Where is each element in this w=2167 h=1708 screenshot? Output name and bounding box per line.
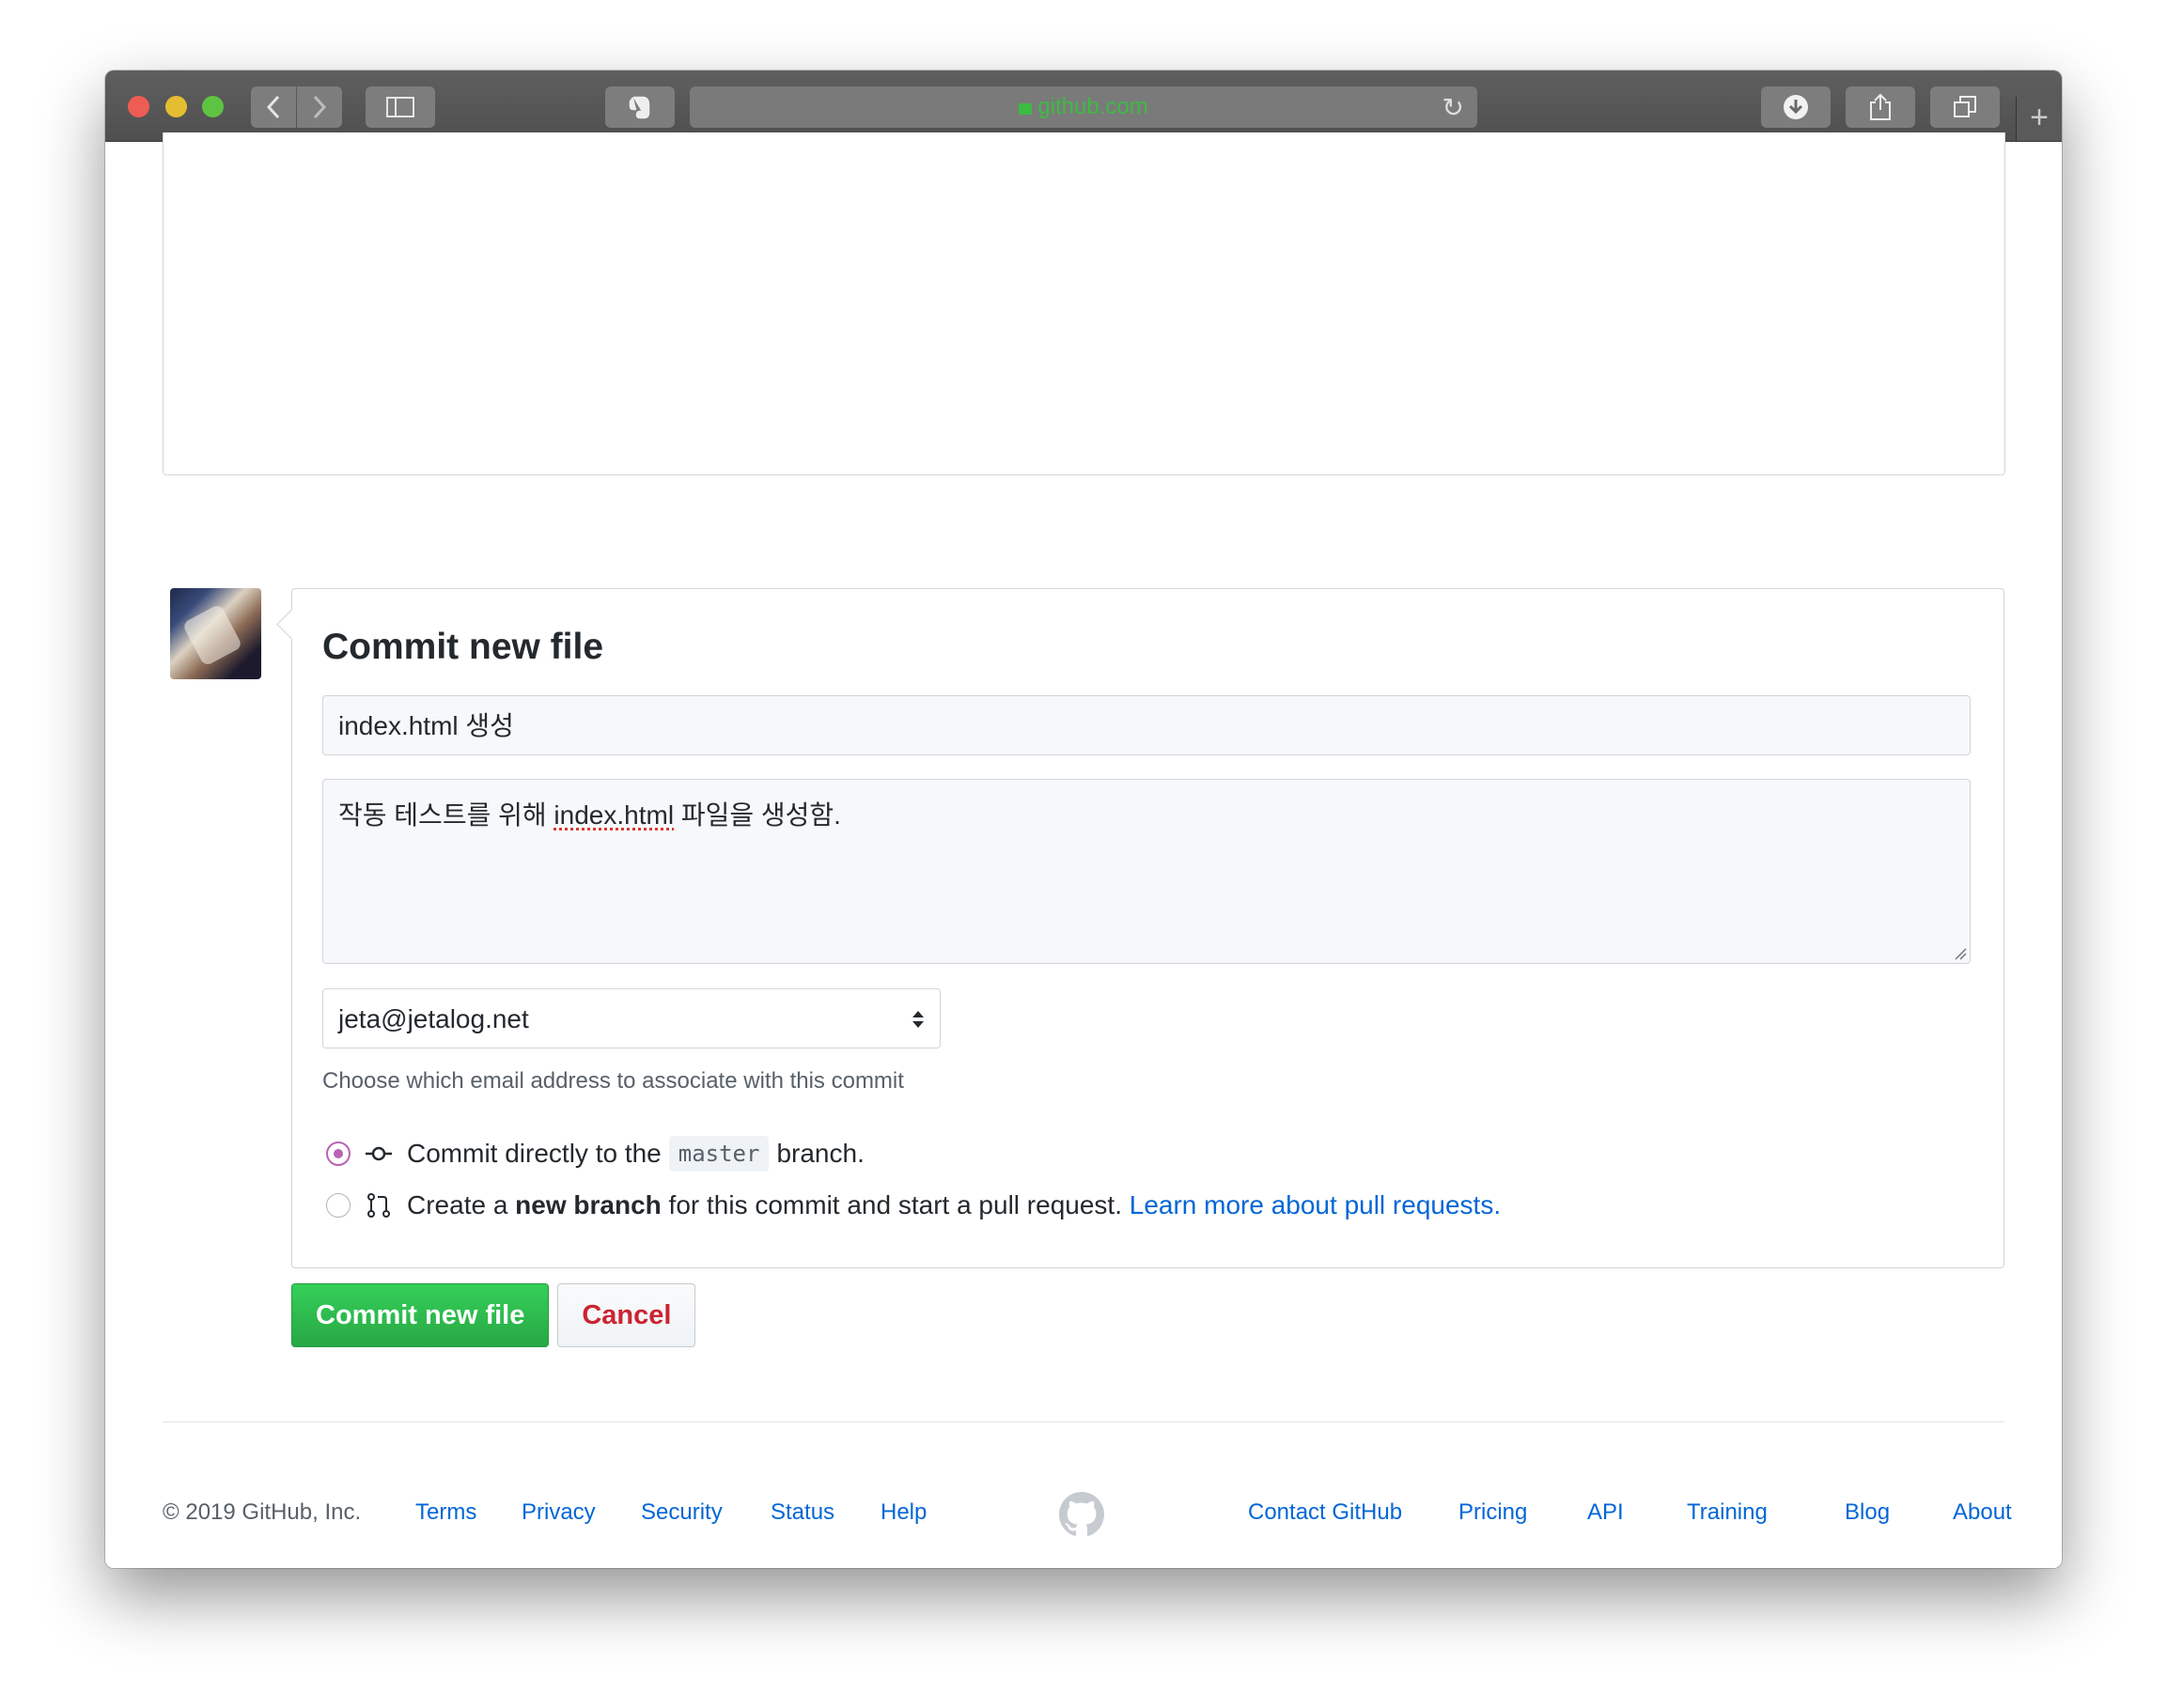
close-window-button[interactable]: [128, 96, 149, 117]
footer-link-training[interactable]: Training: [1687, 1499, 1768, 1526]
description-text-part: 작동 테스트를 위해: [338, 800, 554, 830]
page-content: Commit new file index.html 생성 작동 테스트를 위해…: [105, 132, 2062, 1568]
footer-link-blog[interactable]: Blog: [1845, 1499, 1890, 1526]
github-logo-icon[interactable]: [1059, 1492, 1104, 1537]
description-misspelled-word: index.html: [553, 800, 675, 830]
footer-link-api[interactable]: API: [1587, 1499, 1624, 1526]
new-branch-option[interactable]: Create a new branch for this commit and …: [326, 1190, 1501, 1220]
cancel-button[interactable]: Cancel: [557, 1283, 696, 1347]
footer-link-pricing[interactable]: Pricing: [1458, 1499, 1527, 1526]
commit-email-select[interactable]: jeta@jetalog.net: [322, 988, 941, 1048]
address-bar[interactable]: github.com ↻: [690, 86, 1477, 128]
commit-actions: Commit new file Cancel: [291, 1283, 696, 1347]
description-text-part: 파일을 생성함.: [674, 800, 841, 830]
commit-form: Commit new file index.html 생성 작동 테스트를 위해…: [291, 588, 2004, 1268]
footer: © 2019 GitHub, Inc. Terms Privacy Securi…: [163, 1492, 2012, 1546]
footer-divider: [163, 1421, 2004, 1422]
lock-icon: [1019, 103, 1033, 115]
commit-new-file-button[interactable]: Commit new file: [291, 1283, 550, 1347]
new-branch-label-bold: new branch: [515, 1190, 662, 1219]
evernote-extension-button[interactable]: [605, 86, 675, 128]
new-branch-label-prefix: Create a: [407, 1190, 516, 1219]
commit-direct-label: Commit directly to the: [407, 1139, 662, 1168]
zoom-window-button[interactable]: [202, 96, 224, 117]
learn-more-pull-requests-link[interactable]: Learn more about pull requests.: [1130, 1190, 1501, 1220]
new-tab-button[interactable]: +: [2016, 97, 2062, 141]
forward-button[interactable]: [297, 86, 342, 128]
git-pull-request-icon: [367, 1193, 390, 1218]
sidebar-icon: [386, 97, 414, 117]
footer-link-security[interactable]: Security: [641, 1499, 723, 1526]
commit-direct-suffix: branch.: [776, 1139, 865, 1168]
downloads-button[interactable]: [1761, 86, 1831, 128]
browser-window: github.com ↻ + Commit new file index.htm…: [105, 70, 2062, 1568]
download-icon: [1784, 95, 1808, 119]
git-commit-icon: [366, 1146, 392, 1161]
commit-description-textarea[interactable]: 작동 테스트를 위해 index.html 파일을 생성함.: [322, 779, 1971, 964]
select-arrows-icon: [912, 1011, 924, 1028]
commit-summary-input[interactable]: index.html 생성: [322, 695, 1971, 755]
sidebar-toggle-button[interactable]: [366, 86, 435, 128]
new-branch-radio[interactable]: [326, 1193, 351, 1218]
commit-direct-radio[interactable]: [326, 1141, 351, 1166]
footer-link-status[interactable]: Status: [771, 1499, 834, 1526]
footer-link-terms[interactable]: Terms: [415, 1499, 476, 1526]
share-button[interactable]: [1846, 86, 1915, 128]
resize-handle-icon[interactable]: [1954, 947, 1967, 960]
tabs-overview-button[interactable]: [1930, 86, 2000, 128]
chevron-right-icon: [313, 95, 327, 119]
footer-link-help[interactable]: Help: [881, 1499, 927, 1526]
commit-direct-option[interactable]: Commit directly to the master branch.: [326, 1136, 865, 1172]
browser-toolbar: github.com ↻ +: [105, 70, 2062, 142]
chevron-left-icon: [266, 95, 280, 119]
tabs-icon: [1954, 96, 1976, 117]
share-icon: [1870, 93, 1891, 120]
new-branch-label-suffix: for this commit and start a pull request…: [661, 1190, 1130, 1219]
avatar: [170, 588, 261, 679]
evernote-icon: [629, 96, 650, 119]
minimize-window-button[interactable]: [165, 96, 187, 117]
address-bar-url: github.com: [1037, 94, 1148, 119]
reload-icon[interactable]: ↻: [1442, 92, 1464, 123]
email-help-text: Choose which email address to associate …: [322, 1068, 904, 1094]
back-button[interactable]: [251, 86, 296, 128]
commit-form-title: Commit new file: [322, 627, 604, 667]
footer-link-about[interactable]: About: [1953, 1499, 2012, 1526]
file-editor[interactable]: [163, 132, 2005, 475]
footer-link-privacy[interactable]: Privacy: [522, 1499, 596, 1526]
footer-copyright: © 2019 GitHub, Inc.: [163, 1499, 362, 1525]
commit-email-value: jeta@jetalog.net: [338, 1004, 529, 1033]
branch-name: master: [668, 1136, 770, 1172]
footer-link-contact[interactable]: Contact GitHub: [1248, 1499, 1402, 1526]
